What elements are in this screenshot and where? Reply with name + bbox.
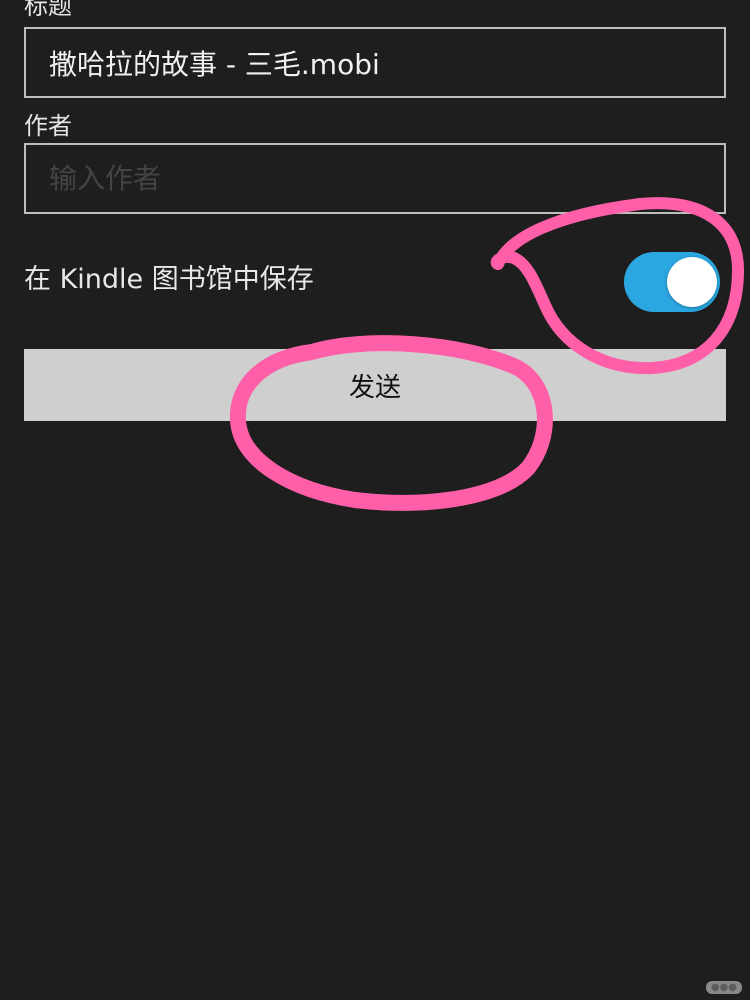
save-to-library-toggle[interactable] [624,252,720,312]
author-input[interactable] [26,145,724,212]
title-label: 标题 [24,0,72,20]
author-label: 作者 [24,112,72,140]
author-field[interactable] [24,143,726,214]
watermark: ●●● [705,981,742,994]
send-button[interactable]: 发送 [24,349,726,421]
title-input[interactable] [26,29,724,96]
toggle-knob [667,257,717,307]
save-to-library-label: 在 Kindle 图书馆中保存 [24,264,314,295]
title-field[interactable] [24,27,726,98]
